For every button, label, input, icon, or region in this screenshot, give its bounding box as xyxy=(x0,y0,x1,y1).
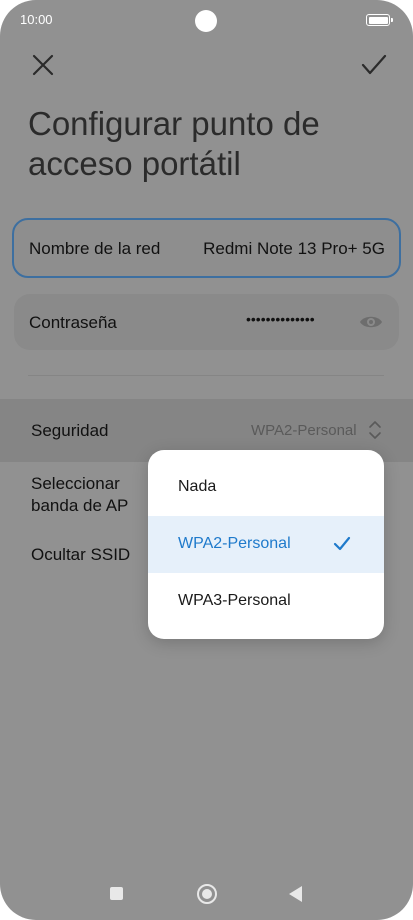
ssid-label: Nombre de la red xyxy=(29,239,161,258)
ssid-input[interactable]: Nombre de la red Redmi Note 13 Pro+ 5G xyxy=(12,218,401,278)
confirm-button[interactable] xyxy=(358,50,390,80)
ssid-value[interactable]: Redmi Note 13 Pro+ 5G xyxy=(187,239,385,259)
security-label: Seguridad xyxy=(31,421,109,440)
security-value: WPA2-Personal xyxy=(251,422,357,439)
option-wpa3-personal[interactable]: WPA3-Personal xyxy=(148,573,384,630)
checkmark-icon xyxy=(361,54,387,75)
battery-icon xyxy=(366,14,393,26)
up-down-chevron-icon xyxy=(369,421,381,439)
security-dropdown: Nada WPA2-Personal WPA3-Personal xyxy=(148,450,384,639)
option-label: Nada xyxy=(178,478,217,495)
status-time: 10:00 xyxy=(20,12,53,27)
divider xyxy=(28,375,384,376)
close-icon xyxy=(32,54,54,76)
close-button[interactable] xyxy=(28,50,58,80)
page-title: Configurar punto de acceso portátil xyxy=(28,105,320,182)
home-button[interactable] xyxy=(197,884,217,904)
password-label: Contraseña xyxy=(29,313,117,332)
option-nada[interactable]: Nada xyxy=(148,459,384,516)
phone-screen: 10:00 Configurar punto de acceso portáti… xyxy=(0,0,413,920)
option-label: WPA3-Personal xyxy=(178,592,291,609)
password-field[interactable]: Contraseña •••••••••••••• xyxy=(14,294,399,350)
option-wpa2-personal[interactable]: WPA2-Personal xyxy=(148,516,384,573)
password-value[interactable]: •••••••••••••• xyxy=(246,311,315,327)
back-button[interactable] xyxy=(289,886,302,902)
eye-icon[interactable] xyxy=(359,312,383,332)
check-icon xyxy=(333,536,351,551)
recents-button[interactable] xyxy=(110,887,123,900)
hide-ssid-label[interactable]: Ocultar SSID xyxy=(31,545,130,565)
option-label: WPA2-Personal xyxy=(178,535,291,552)
camera-cutout xyxy=(195,10,217,32)
ap-band-label[interactable]: Seleccionar banda de AP xyxy=(31,473,151,517)
